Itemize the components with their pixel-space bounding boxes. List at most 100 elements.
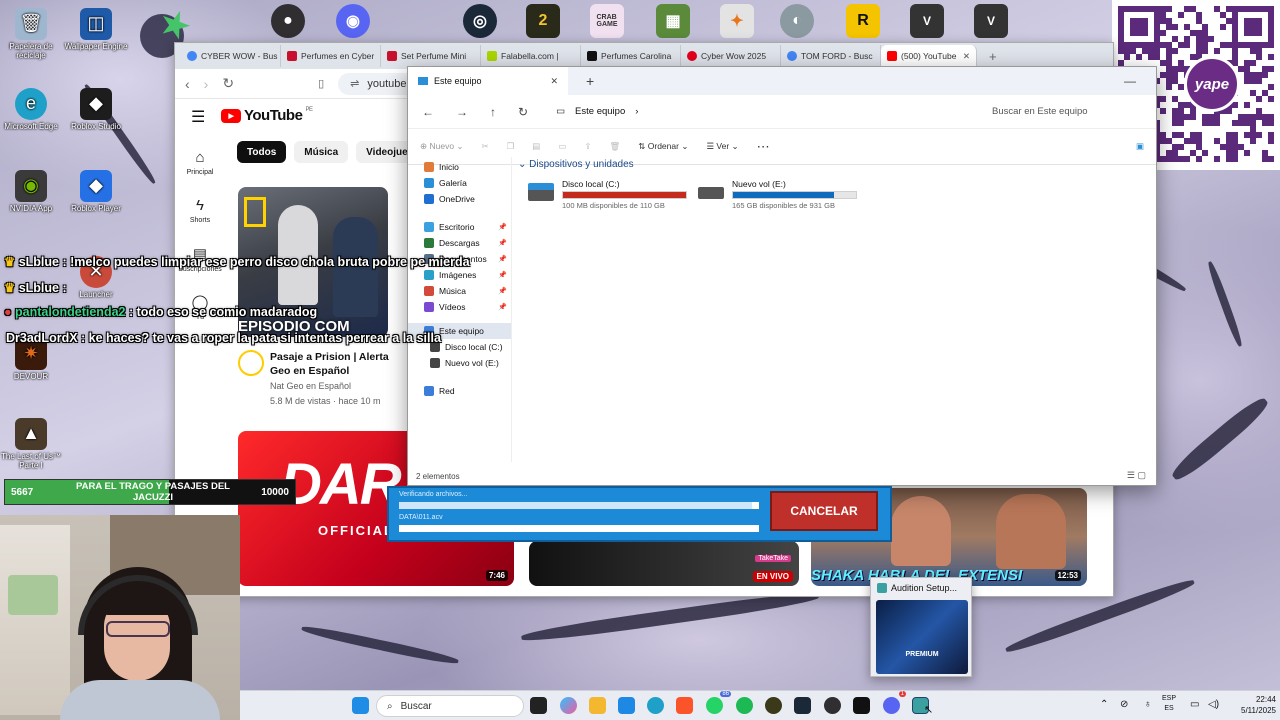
nav-item[interactable]: Nuevo vol (E:) <box>408 355 511 371</box>
delete-icon[interactable]: 🗑 <box>609 141 620 152</box>
rename-icon[interactable]: ▭ <box>558 141 566 152</box>
store-icon[interactable] <box>618 697 635 714</box>
clock[interactable]: 22:44 5/11/2025 <box>1224 694 1276 716</box>
show-hidden-icons[interactable]: ⌃ <box>1100 699 1108 710</box>
spotify-icon[interactable] <box>736 697 753 714</box>
browser-tab[interactable]: Perfumes en Cyber <box>281 45 381 67</box>
network-icon[interactable]: ⊘ <box>1120 699 1128 710</box>
browser-tab[interactable]: Perfumes Carolina <box>581 45 681 67</box>
share-icon[interactable]: ⇪ <box>584 141 591 152</box>
video-channel-1[interactable]: Nat Geo en Español <box>270 381 351 391</box>
whatsapp-icon[interactable]: 86 <box>706 691 731 714</box>
nav-item[interactable]: OneDrive <box>408 191 511 207</box>
back-icon[interactable]: ‹ <box>185 76 190 92</box>
reload-icon[interactable]: ↻ <box>222 75 234 92</box>
nav-item[interactable]: Vídeos 📌 <box>408 299 511 315</box>
game-icon[interactable]: 2 <box>526 4 560 38</box>
copy-icon[interactable]: ❐ <box>507 141 515 152</box>
new-button[interactable]: ⊕ Nuevo ⌄ <box>420 141 464 152</box>
forward-icon[interactable]: → <box>456 105 468 119</box>
desktop-icon-nvidia[interactable]: ◉ NVIDIA App <box>0 170 66 214</box>
browser-tab[interactable]: Cyber Wow 2025 <box>681 45 781 67</box>
nav-item[interactable]: Escritorio 📌 <box>408 219 511 235</box>
more-options-icon[interactable]: ⋯ <box>757 139 770 155</box>
desktop-icon-roblox-player[interactable]: ◆ Roblox Player <box>61 170 131 214</box>
desktop-icon-roblox-studio[interactable]: ◆ Roblox Studio <box>61 88 131 132</box>
gta-v-icon[interactable]: V <box>910 4 944 38</box>
display-icon[interactable]: ▭ <box>1190 699 1199 710</box>
nav-item[interactable]: Red <box>408 383 511 399</box>
nav-item[interactable]: Galería <box>408 175 511 191</box>
youtube-logo[interactable]: ▶ YouTube PE <box>221 107 313 124</box>
file-explorer-icon[interactable] <box>589 697 606 714</box>
site-info-icon[interactable]: ⇌ <box>350 77 359 90</box>
desktop-icon-recycle-bin[interactable]: 🗑 Papelera de reciclaje <box>0 8 66 61</box>
new-tab-button[interactable]: + <box>989 49 997 64</box>
cut-icon[interactable]: ✂ <box>482 141 489 152</box>
edge-taskbar-icon[interactable] <box>647 697 664 714</box>
desktop-icon-tlou[interactable]: ▲ The Last of Us™ Parte I <box>0 418 66 471</box>
up-icon[interactable]: ↑ <box>490 105 496 119</box>
copilot-icon[interactable] <box>560 697 577 714</box>
taskbar-search[interactable]: ⌕ Buscar <box>376 695 524 717</box>
language-indicator[interactable]: ESP ES <box>1162 694 1176 714</box>
nav-item[interactable]: Imágenes 📌 <box>408 267 511 283</box>
explorer-tab[interactable]: Este equipo ✕ <box>408 67 568 95</box>
video-thumbnail-3[interactable]: EN VIVO TakeTake <box>529 541 799 586</box>
gta-v-icon-2[interactable]: V <box>974 4 1008 38</box>
drive-e[interactable]: Nuevo vol (E:) 165 GB disponibles de 931… <box>698 179 858 210</box>
nav-item[interactable]: Inicio <box>408 159 511 175</box>
alien-icon[interactable]: ◐ <box>780 4 814 38</box>
brave-icon[interactable] <box>676 697 693 714</box>
view-button[interactable]: ☰ Ver ⌄ <box>706 141 738 152</box>
discord-icon[interactable]: ◉ <box>336 4 370 38</box>
browser-tab[interactable]: Set Perfume Mini <box>381 45 481 67</box>
chip-music[interactable]: Música <box>294 141 349 163</box>
browser-tab[interactable]: Falabella.com | <box>481 45 581 67</box>
chip-all[interactable]: Todos <box>237 141 287 163</box>
back-icon[interactable]: ← <box>422 105 434 119</box>
discord-taskbar-icon[interactable]: 1 <box>883 691 906 714</box>
drive-c[interactable]: Disco local (C:) 100 MB disponibles de 1… <box>528 179 688 210</box>
paste-icon[interactable]: ▤ <box>532 141 540 152</box>
game-launcher-icon[interactable] <box>765 697 782 714</box>
nav-item[interactable]: Música 📌 <box>408 283 511 299</box>
browser-tab-youtube[interactable]: (500) YouTube ✕ <box>881 45 977 67</box>
forward-icon[interactable]: › <box>204 76 209 92</box>
new-tab-button[interactable]: + <box>586 73 594 89</box>
steam-icon[interactable]: ◎ <box>463 4 497 38</box>
sidebar-item-home[interactable]: ⌂ Principal <box>175 141 225 189</box>
video-title-1[interactable]: Pasaje a Prision | Alerta Geo en Español <box>270 350 390 378</box>
obs-icon[interactable]: ● <box>271 4 305 38</box>
breadcrumb[interactable]: ▭ Este equipo › <box>556 106 638 117</box>
nav-item[interactable]: Descargas 📌 <box>408 235 511 251</box>
channel-avatar[interactable] <box>238 350 264 376</box>
crab-game-icon[interactable]: CRAB GAME <box>590 4 624 38</box>
desktop-icon-wallpaper-engine[interactable]: ◫ Wallpaper Engine <box>61 8 131 52</box>
terminal-icon[interactable] <box>853 697 870 714</box>
view-toggle[interactable]: ☰ ▢ <box>1127 470 1146 481</box>
browser-tab[interactable]: TOM FORD - Busc <box>781 45 881 67</box>
steam-taskbar-icon[interactable] <box>794 697 811 714</box>
refresh-icon[interactable]: ↻ <box>518 105 528 119</box>
windows-start-icon[interactable] <box>352 697 369 714</box>
volume-icon[interactable]: ◁) <box>1208 699 1219 710</box>
taskbar-preview-popup[interactable]: Audition Setup... PREMIUM <box>870 577 972 677</box>
minecraft-icon[interactable]: ▦ <box>656 4 690 38</box>
desktop-icon-edge[interactable]: e Microsoft Edge <box>0 88 66 132</box>
details-pane-icon[interactable]: ▣ <box>1136 141 1144 152</box>
obs-taskbar-icon[interactable] <box>824 697 841 714</box>
minimize-icon[interactable]: — <box>1124 74 1136 88</box>
browser-tab[interactable]: CYBER WOW - Bus <box>181 45 281 67</box>
bookmark-icon[interactable]: ▯ <box>318 77 324 90</box>
close-tab-icon[interactable]: ✕ <box>963 51 970 62</box>
rockstar-icon[interactable]: R <box>846 4 880 38</box>
close-tab-icon[interactable]: ✕ <box>550 76 558 87</box>
sort-button[interactable]: ⇅ Ordenar ⌄ <box>638 141 688 152</box>
explorer-search-field[interactable]: Buscar en Este equipo <box>992 106 1142 117</box>
section-header[interactable]: ⌄ Dispositivos y unidades <box>518 159 634 170</box>
task-view-icon[interactable] <box>530 697 547 714</box>
sidebar-item-shorts[interactable]: ϟ Shorts <box>175 189 225 237</box>
counter-strike-icon[interactable]: ✦ <box>720 4 754 38</box>
microphone-icon[interactable]: ♁ <box>1144 699 1152 710</box>
